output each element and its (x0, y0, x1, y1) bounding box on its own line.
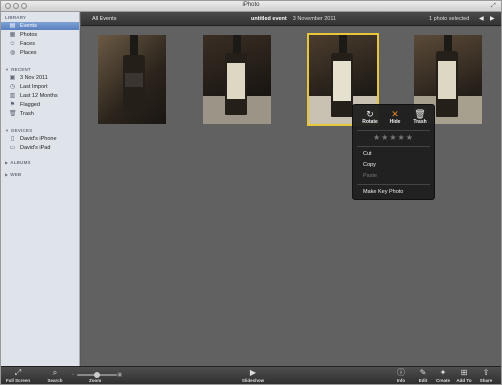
photo-browser (81, 27, 501, 366)
photo-context-menu: ↻ Rotate ✕ Hide 🗑 Trash ★★★★★ Cut Copy P… (352, 104, 435, 200)
places-icon: ◍ (9, 50, 16, 56)
event-icon: ▣ (9, 75, 16, 81)
selection-count: 1 photo selected (429, 16, 470, 22)
sidebar-item-trash[interactable]: 🗑 Trash (1, 110, 79, 118)
hide-x-icon: ✕ (391, 109, 399, 119)
iphone-icon: ▯ (10, 136, 15, 142)
sidebar-item-3-nov-2011[interactable]: ▣ 3 Nov 2011 (1, 74, 79, 82)
all-events-button[interactable]: All Events (88, 15, 120, 23)
photos-icon: ▦ (9, 32, 16, 38)
rotate-icon: ↻ (366, 109, 374, 119)
disclosure-closed-icon: ▶ (5, 172, 9, 177)
sidebar-item-flagged[interactable]: ⚑ Flagged (1, 101, 79, 109)
zoom-label: Zoom (89, 378, 102, 383)
edit-button[interactable]: ✎ Edit (412, 368, 434, 384)
sidebar-item-davids-iphone[interactable]: ▯ David's iPhone (1, 135, 79, 143)
share-icon: ⇪ (482, 368, 490, 377)
rotate-action[interactable]: ↻ Rotate (359, 109, 381, 126)
sidebar-item-last-import[interactable]: ◷ Last Import (1, 83, 79, 91)
menu-separator (357, 146, 430, 147)
create-icon: ✦ (439, 368, 447, 377)
fullscreen-corner-icon[interactable]: ⤢ (491, 3, 497, 9)
pencil-icon: ✎ (419, 368, 427, 377)
trash-icon: 🗑 (9, 111, 17, 117)
sidebar-item-faces[interactable]: ☺ Faces (1, 40, 79, 48)
faces-icon: ☺ (9, 41, 16, 47)
sidebar-item-places[interactable]: ◍ Places (1, 49, 79, 57)
trash-action[interactable]: 🗑 Trash (409, 109, 431, 126)
sidebar-item-davids-ipad[interactable]: ▭ David's iPad (1, 144, 79, 152)
event-date: 3 November 2011 (292, 16, 337, 22)
library-heading: LIBRARY (5, 15, 27, 20)
sidebar: LIBRARY ▤ Events ▦ Photos ☺ Faces ◍ Plac… (1, 12, 80, 366)
disclosure-closed-icon: ▶ (5, 160, 9, 165)
flag-icon: ⚑ (9, 102, 16, 108)
ipad-icon: ▭ (9, 145, 16, 151)
title-bar: iPhoto ⤢ (1, 1, 501, 12)
make-key-photo-menu-item[interactable]: Make Key Photo (363, 189, 403, 196)
add-icon: ⊞ (460, 368, 468, 377)
events-icon: ▤ (9, 23, 16, 29)
iphoto-window: iPhoto ⤢ LIBRARY ▤ Events ▦ Photos ☺ Fac… (0, 0, 502, 385)
albums-heading[interactable]: ▶ ALBUMS (5, 160, 31, 165)
share-button[interactable]: ⇪ Share (475, 368, 497, 384)
info-icon: ⓘ (397, 368, 405, 377)
sidebar-item-last-12-months[interactable]: ▥ Last 12 Months (1, 92, 79, 100)
photo-thumbnail[interactable] (203, 35, 271, 124)
event-name: untitled event (251, 16, 287, 22)
event-title: untitled event 3 November 2011 (251, 15, 336, 23)
copy-menu-item[interactable]: Copy (363, 162, 376, 169)
calendar-icon: ▥ (9, 93, 16, 99)
clock-icon: ◷ (9, 84, 16, 90)
zoom-small-icon: ▫ (72, 372, 74, 378)
recent-heading[interactable]: ▼ RECENT (5, 67, 31, 72)
sidebar-item-events[interactable]: ▤ Events (1, 22, 79, 30)
info-button[interactable]: ⓘ Info (390, 368, 412, 384)
zoom-large-icon: ▣ (117, 372, 122, 378)
photo-thumbnail[interactable] (98, 35, 166, 124)
create-button[interactable]: ✦ Create (432, 368, 454, 384)
window-title: iPhoto (242, 2, 260, 8)
full-screen-icon: ⤢ (14, 368, 22, 377)
next-arrow-icon[interactable]: ▶ (490, 15, 495, 23)
cut-menu-item[interactable]: Cut (363, 151, 372, 158)
sidebar-item-photos[interactable]: ▦ Photos (1, 31, 79, 39)
bottom-toolbar: ⤢ Full Screen ⌕ Search ▫ ▣ Zoom ▶ Slides… (1, 366, 501, 384)
hide-action[interactable]: ✕ Hide (384, 109, 406, 126)
search-button[interactable]: ⌕ Search (44, 368, 66, 384)
paste-menu-item[interactable]: Paste (363, 173, 377, 180)
play-icon: ▶ (249, 368, 257, 377)
search-icon: ⌕ (52, 368, 58, 377)
menu-separator (357, 130, 430, 131)
full-screen-button[interactable]: ⤢ Full Screen (4, 368, 32, 384)
menu-separator (357, 184, 430, 185)
star-rating[interactable]: ★★★★★ (373, 134, 414, 142)
disclosure-open-icon: ▼ (5, 128, 10, 133)
devices-heading[interactable]: ▼ DEVICES (5, 128, 32, 133)
previous-arrow-icon[interactable]: ◀ (479, 15, 484, 23)
trash-icon: 🗑 (414, 109, 426, 119)
slideshow-button[interactable]: ▶ Slideshow (240, 368, 266, 384)
event-toolbar: All Events untitled event 3 November 2011… (81, 12, 501, 26)
disclosure-open-icon: ▼ (5, 67, 10, 72)
add-to-button[interactable]: ⊞ Add To (453, 368, 475, 384)
web-heading[interactable]: ▶ WEB (5, 172, 21, 177)
